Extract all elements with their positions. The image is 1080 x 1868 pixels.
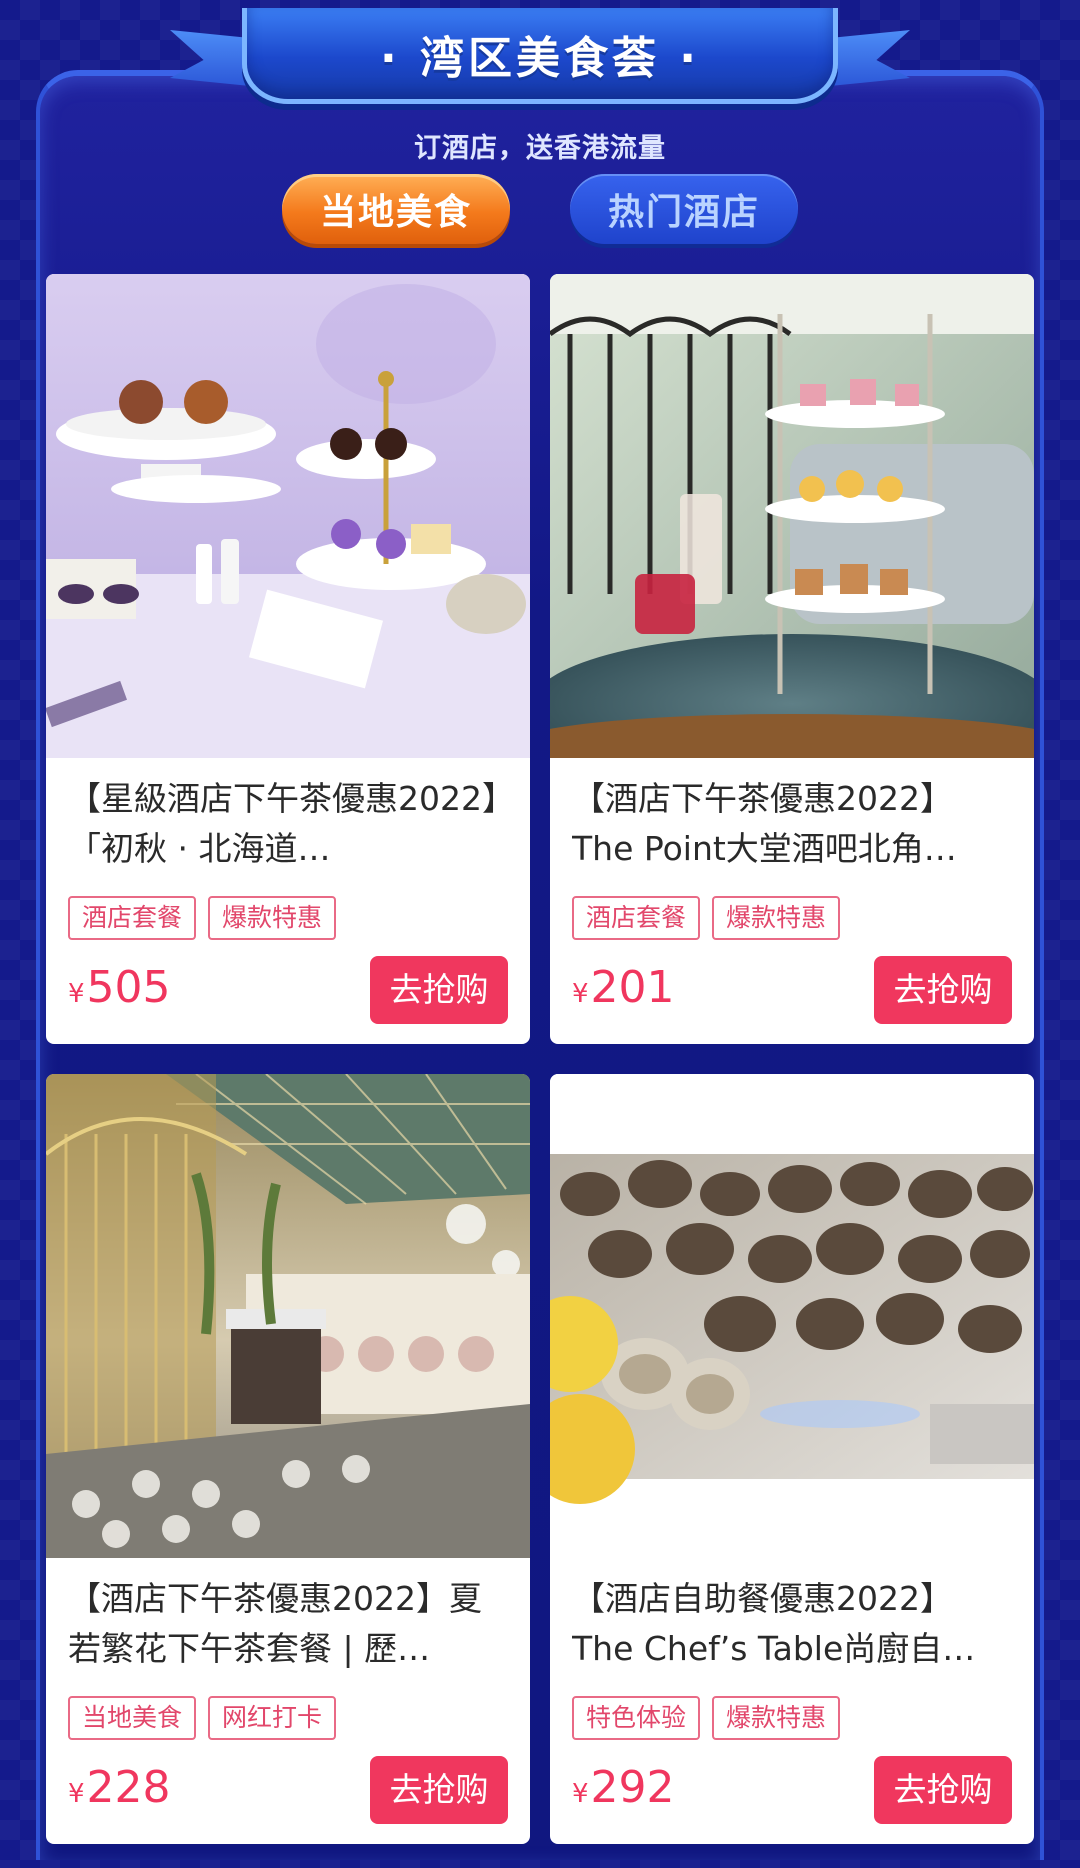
product-title[interactable]: 【酒店自助餐優惠2022】The Chef’s Table尚廚自… bbox=[572, 1574, 1012, 1674]
price-value: 201 bbox=[590, 962, 675, 1013]
tab-local-food[interactable]: 当地美食 bbox=[282, 174, 510, 244]
product-price: ¥ 505 bbox=[68, 962, 171, 1022]
page-title: · 湾区美食荟 · bbox=[379, 32, 701, 84]
header-ribbon: · 湾区美食荟 · bbox=[170, 0, 910, 110]
page-subtitle: 订酒店，送香港流量 bbox=[414, 133, 666, 164]
product-title[interactable]: 【星級酒店下午茶優惠2022】「初秋 · 北海道… bbox=[68, 774, 508, 874]
buy-now-button[interactable]: 去抢购 bbox=[874, 956, 1012, 1024]
product-tag: 爆款特惠 bbox=[712, 896, 841, 940]
price-value: 292 bbox=[590, 1762, 675, 1813]
tag-list: 特色体验 爆款特惠 bbox=[572, 1696, 841, 1740]
buy-now-button[interactable]: 去抢购 bbox=[370, 956, 508, 1024]
buy-now-button[interactable]: 去抢购 bbox=[874, 1756, 1012, 1824]
product-tag: 爆款特惠 bbox=[208, 896, 337, 940]
product-card[interactable]: 【酒店下午茶優惠2022】夏若繁花下午茶套餐 | 歷… 当地美食 网红打卡 ¥ … bbox=[46, 1074, 530, 1844]
ribbon-banner: · 湾区美食荟 · bbox=[242, 8, 838, 104]
product-price: ¥ 201 bbox=[572, 962, 675, 1022]
product-image-afternoon-tea-tower[interactable] bbox=[550, 274, 1034, 758]
product-card[interactable]: 【酒店自助餐優惠2022】The Chef’s Table尚廚自… 特色体验 爆… bbox=[550, 1074, 1034, 1844]
product-tag: 特色体验 bbox=[572, 1696, 701, 1740]
tag-list: 当地美食 网红打卡 bbox=[68, 1696, 337, 1740]
product-card[interactable]: 【星級酒店下午茶優惠2022】「初秋 · 北海道… 酒店套餐 爆款特惠 ¥ 50… bbox=[46, 274, 530, 1044]
currency-symbol: ¥ bbox=[572, 1779, 589, 1809]
product-tag: 酒店套餐 bbox=[68, 896, 197, 940]
product-image-oysters-on-ice[interactable] bbox=[550, 1074, 1034, 1558]
currency-symbol: ¥ bbox=[68, 1779, 85, 1809]
currency-symbol: ¥ bbox=[68, 979, 85, 1009]
product-tag: 网红打卡 bbox=[208, 1696, 337, 1740]
tab-hot-hotels[interactable]: 热门酒店 bbox=[570, 174, 798, 244]
product-title[interactable]: 【酒店下午茶優惠2022】The Point大堂酒吧北角… bbox=[572, 774, 1012, 874]
price-value: 228 bbox=[86, 1762, 171, 1813]
buy-now-button[interactable]: 去抢购 bbox=[370, 1756, 508, 1824]
product-tag: 爆款特惠 bbox=[712, 1696, 841, 1740]
price-value: 505 bbox=[86, 962, 171, 1013]
product-tag: 当地美食 bbox=[68, 1696, 197, 1740]
product-card[interactable]: 【酒店下午茶優惠2022】The Point大堂酒吧北角… 酒店套餐 爆款特惠 … bbox=[550, 274, 1034, 1044]
product-price: ¥ 292 bbox=[572, 1762, 675, 1822]
product-title[interactable]: 【酒店下午茶優惠2022】夏若繁花下午茶套餐 | 歷… bbox=[68, 1574, 508, 1674]
tag-list: 酒店套餐 爆款特惠 bbox=[68, 896, 337, 940]
product-image-cafe-interior[interactable] bbox=[46, 1074, 530, 1558]
product-image-afternoon-tea-lavender[interactable] bbox=[46, 274, 530, 758]
product-price: ¥ 228 bbox=[68, 1762, 171, 1822]
product-tag: 酒店套餐 bbox=[572, 896, 701, 940]
tag-list: 酒店套餐 爆款特惠 bbox=[572, 896, 841, 940]
currency-symbol: ¥ bbox=[572, 979, 589, 1009]
